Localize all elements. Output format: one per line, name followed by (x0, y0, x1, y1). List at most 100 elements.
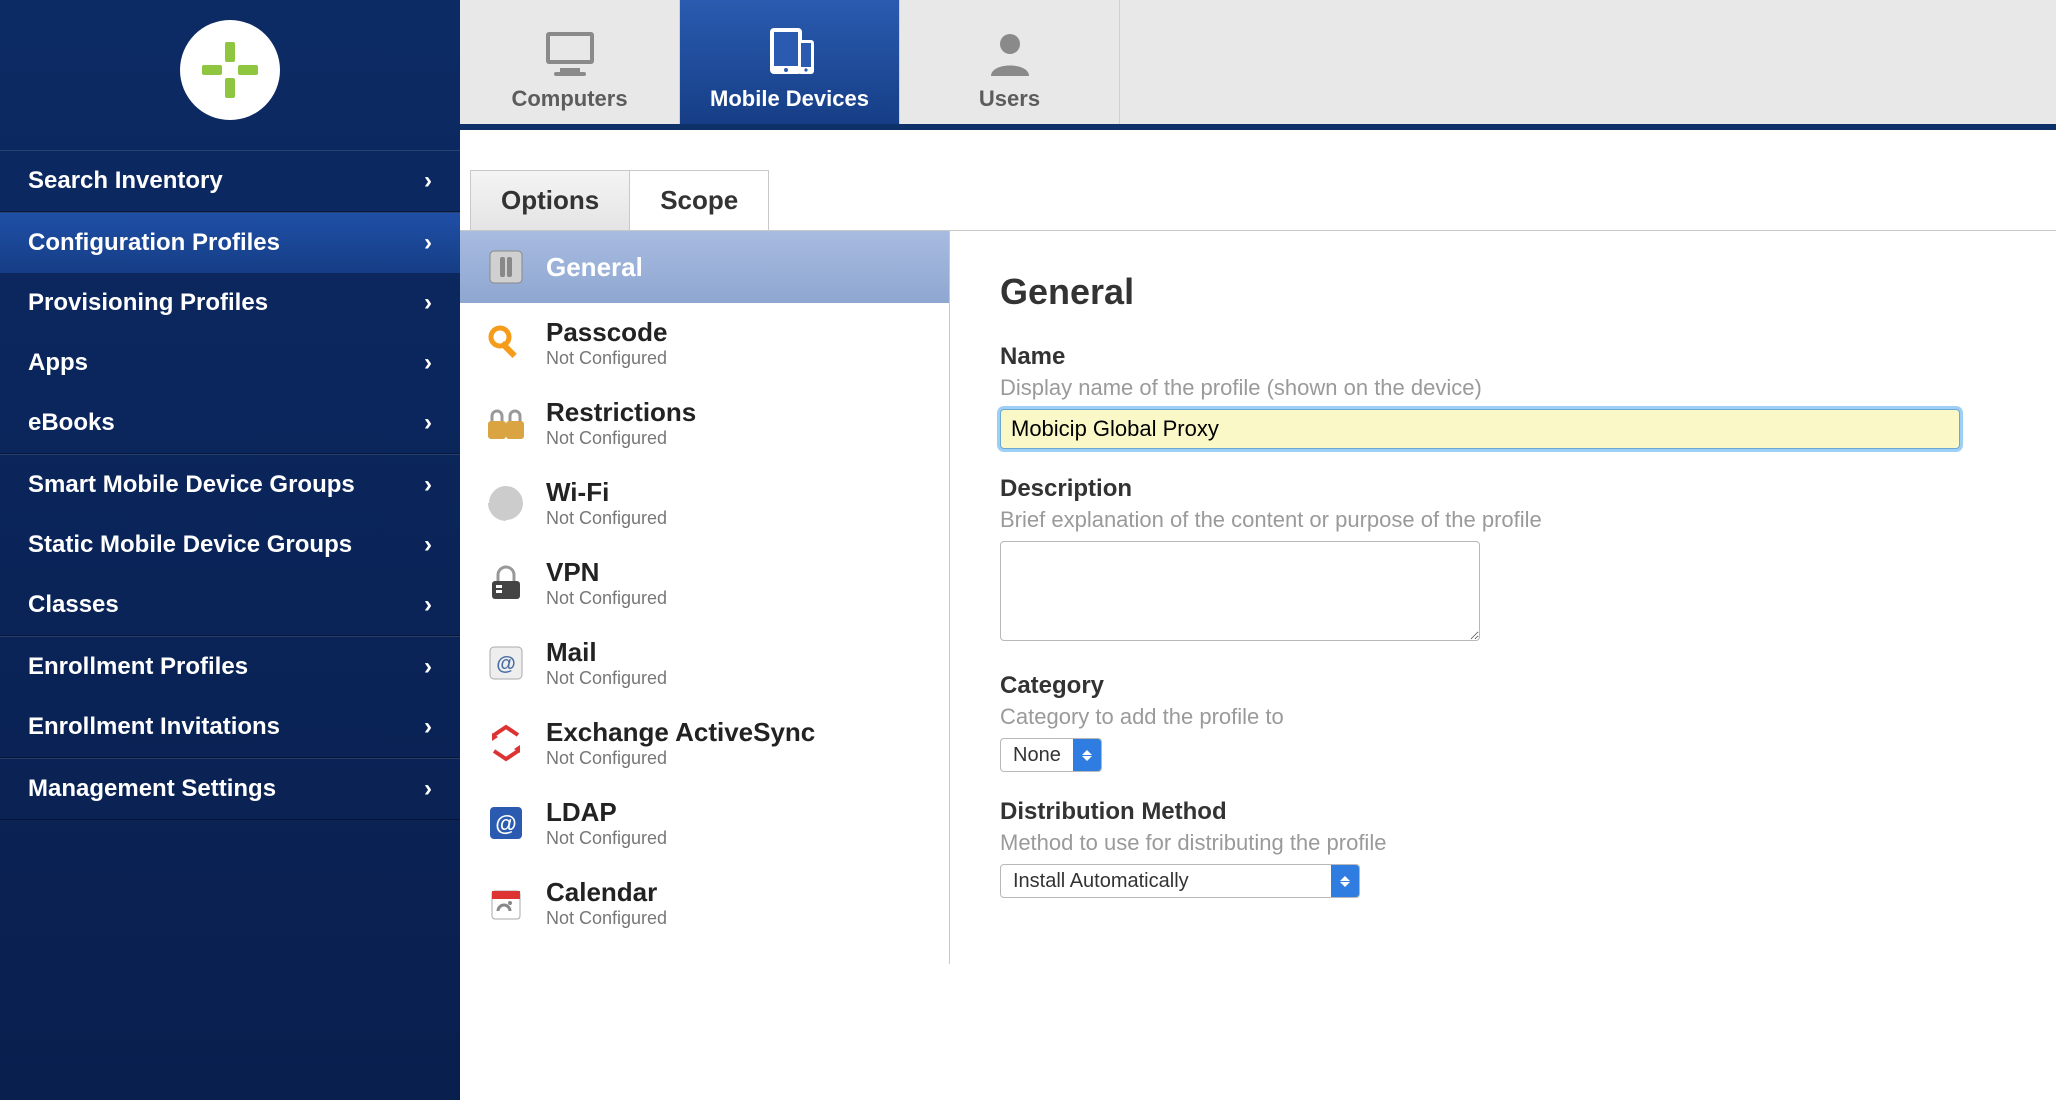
payload-subtitle: Not Configured (546, 348, 667, 369)
select-stepper-icon (1073, 739, 1101, 771)
sidebar-item-label: Apps (28, 349, 88, 377)
category-help: Category to add the profile to (1000, 704, 2006, 730)
payload-subtitle: Not Configured (546, 748, 815, 769)
sidebar-item-ebooks[interactable]: eBooks › (0, 393, 460, 453)
chevron-right-icon: › (424, 289, 432, 317)
exchange-icon (486, 723, 526, 763)
payload-list: General Passcode (460, 231, 950, 964)
name-help: Display name of the profile (shown on th… (1000, 375, 2006, 401)
jamf-logo-icon (200, 40, 260, 100)
tab-label: Computers (511, 86, 627, 112)
svg-text:@: @ (496, 653, 516, 675)
sidebar-item-classes[interactable]: Classes › (0, 575, 460, 635)
select-value: Install Automatically (1001, 865, 1331, 897)
description-label: Description (1000, 475, 2006, 503)
mobile-devices-icon (760, 24, 820, 78)
tab-label: Users (979, 86, 1040, 112)
sidebar-item-smart-groups[interactable]: Smart Mobile Device Groups › (0, 455, 460, 515)
subtab-options[interactable]: Options (470, 170, 630, 230)
category-select[interactable]: None (1000, 738, 1102, 772)
payload-subtitle: Not Configured (546, 508, 667, 529)
payload-title: VPN (546, 557, 667, 588)
tab-computers[interactable]: Computers (460, 0, 680, 124)
tab-mobile-devices[interactable]: Mobile Devices (680, 0, 900, 124)
computer-icon (540, 28, 600, 78)
mail-icon: @ (486, 643, 526, 683)
chevron-right-icon: › (424, 471, 432, 499)
chevron-right-icon: › (424, 713, 432, 741)
wifi-icon (486, 483, 526, 523)
sidebar-item-label: Enrollment Profiles (28, 653, 248, 681)
sidebar-item-label: Classes (28, 591, 119, 619)
payload-restrictions[interactable]: Restrictions Not Configured (460, 383, 949, 463)
top-tabs: Computers Mobile Devices (460, 0, 2056, 130)
sidebar-item-enrollment-profiles[interactable]: Enrollment Profiles › (0, 637, 460, 697)
payload-title: Mail (546, 637, 667, 668)
subtabs: Options Scope (470, 170, 2056, 230)
payload-mail[interactable]: @ Mail Not Configured (460, 623, 949, 703)
name-label: Name (1000, 343, 2006, 371)
payload-title: General (546, 252, 643, 283)
payload-subtitle: Not Configured (546, 828, 667, 849)
payload-title: Restrictions (546, 397, 696, 428)
detail-pane: General Name Display name of the profile… (950, 231, 2056, 964)
payload-vpn[interactable]: VPN Not Configured (460, 543, 949, 623)
sidebar-item-label: eBooks (28, 409, 115, 437)
sidebar-item-label: Enrollment Invitations (28, 713, 280, 741)
payload-title: LDAP (546, 797, 667, 828)
chevron-right-icon: › (424, 349, 432, 377)
sidebar-item-label: Management Settings (28, 775, 276, 803)
sidebar-item-label: Configuration Profiles (28, 229, 280, 257)
payload-subtitle: Not Configured (546, 908, 667, 929)
payload-subtitle: Not Configured (546, 668, 667, 689)
calendar-icon (486, 883, 526, 923)
sidebar-item-search-inventory[interactable]: Search Inventory › (0, 151, 460, 211)
sidebar-item-label: Smart Mobile Device Groups (28, 471, 355, 499)
payload-subtitle: Not Configured (546, 428, 696, 449)
payload-exchange[interactable]: Exchange ActiveSync Not Configured (460, 703, 949, 783)
select-value: None (1001, 739, 1073, 771)
distribution-help: Method to use for distributing the profi… (1000, 830, 2006, 856)
chevron-right-icon: › (424, 775, 432, 803)
description-input[interactable] (1000, 541, 1480, 641)
sidebar-item-enrollment-invitations[interactable]: Enrollment Invitations › (0, 697, 460, 757)
payload-title: Calendar (546, 877, 667, 908)
payload-calendar[interactable]: Calendar Not Configured (460, 863, 949, 943)
chevron-right-icon: › (424, 653, 432, 681)
chevron-right-icon: › (424, 531, 432, 559)
sidebar-item-apps[interactable]: Apps › (0, 333, 460, 393)
chevron-right-icon: › (424, 409, 432, 437)
distribution-select[interactable]: Install Automatically (1000, 864, 1360, 898)
sidebar-item-configuration-profiles[interactable]: Configuration Profiles › (0, 213, 460, 273)
payload-general[interactable]: General (460, 231, 949, 303)
description-help: Brief explanation of the content or purp… (1000, 507, 2006, 533)
payload-subtitle: Not Configured (546, 588, 667, 609)
select-stepper-icon (1331, 865, 1359, 897)
chevron-right-icon: › (424, 229, 432, 257)
tab-users[interactable]: Users (900, 0, 1120, 124)
category-label: Category (1000, 672, 2006, 700)
name-input[interactable] (1000, 409, 1960, 449)
sidebar-item-management-settings[interactable]: Management Settings › (0, 759, 460, 819)
payload-wifi[interactable]: Wi-Fi Not Configured (460, 463, 949, 543)
subtab-scope[interactable]: Scope (630, 170, 769, 230)
chevron-right-icon: › (424, 591, 432, 619)
payload-title: Passcode (546, 317, 667, 348)
payload-ldap[interactable]: @ LDAP Not Configured (460, 783, 949, 863)
payload-title: Wi-Fi (546, 477, 667, 508)
payload-passcode[interactable]: Passcode Not Configured (460, 303, 949, 383)
payload-title: Exchange ActiveSync (546, 717, 815, 748)
subtab-label: Options (501, 185, 599, 215)
key-icon (486, 323, 526, 363)
sidebar-item-provisioning-profiles[interactable]: Provisioning Profiles › (0, 273, 460, 333)
vpn-icon (486, 563, 526, 603)
svg-text:@: @ (495, 811, 516, 836)
tab-label: Mobile Devices (710, 86, 869, 112)
sidebar-item-label: Static Mobile Device Groups (28, 531, 352, 559)
ldap-icon: @ (486, 803, 526, 843)
general-icon (486, 247, 526, 287)
subtab-label: Scope (660, 185, 738, 215)
sidebar-item-static-groups[interactable]: Static Mobile Device Groups › (0, 515, 460, 575)
sidebar-item-label: Provisioning Profiles (28, 289, 268, 317)
chevron-right-icon: › (424, 167, 432, 195)
